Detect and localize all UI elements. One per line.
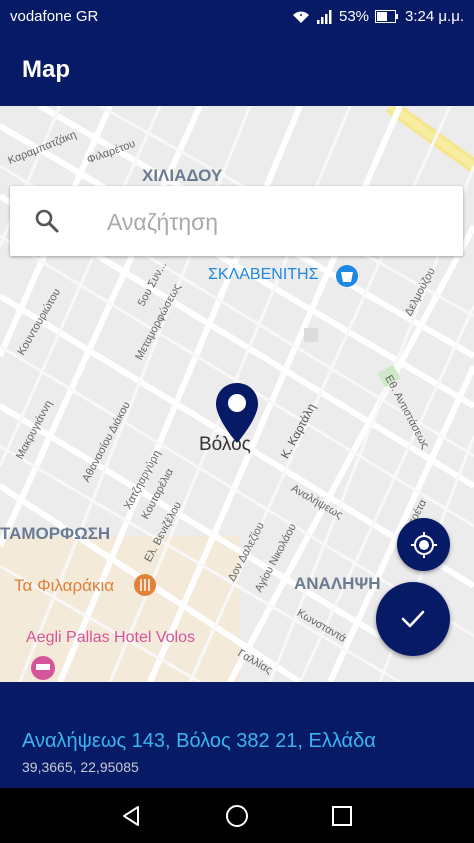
map-label-poi: Aegli Pallas Hotel Volos — [26, 629, 195, 646]
my-location-icon — [410, 531, 437, 558]
search-bar[interactable] — [10, 186, 463, 256]
home-icon[interactable] — [223, 802, 251, 830]
status-icons: 53% 3:24 μ.μ. — [291, 8, 464, 25]
map-label-district: ΤΑΜΟΡΦΩΣΗ — [0, 524, 111, 543]
battery-percent: 53% — [338, 8, 370, 25]
selected-address: Αναλήψεως 143, Βόλος 382 21, Ελλάδα — [22, 730, 376, 752]
address-panel: Αναλήψεως 143, Βόλος 382 21, Ελλάδα 39,3… — [0, 682, 474, 788]
check-icon — [401, 610, 425, 628]
recents-icon[interactable] — [328, 802, 356, 830]
location-pin-icon — [216, 383, 258, 443]
app-bar: Map — [0, 34, 474, 106]
signal-icon — [316, 9, 332, 24]
selected-coordinates: 39,3665, 22,95085 — [22, 759, 139, 775]
clock: 3:24 μ.μ. — [405, 8, 464, 25]
page-title: Map — [22, 56, 70, 83]
carrier-name: vodafone GR — [10, 8, 99, 25]
map-label-poi: ΣΚΛΑΒΕΝΙΤΗΣ — [208, 266, 319, 283]
back-icon[interactable] — [118, 802, 146, 830]
map-label-district: ΧΙΛΙΑΔΟΥ — [142, 166, 223, 185]
confirm-location-button[interactable] — [376, 582, 450, 656]
battery-icon — [375, 10, 399, 23]
search-icon[interactable] — [34, 208, 60, 234]
map-label-poi: Τα Φιλαράκια — [14, 576, 115, 595]
wifi-icon — [292, 11, 309, 23]
my-location-button[interactable] — [397, 518, 450, 571]
status-bar: vodafone GR 53% 3:24 μ.μ. — [0, 0, 474, 34]
navigation-bar — [0, 788, 474, 843]
map-label-district: ΑΝΑΛΗΨΗ — [294, 574, 381, 593]
search-input[interactable] — [105, 202, 439, 242]
